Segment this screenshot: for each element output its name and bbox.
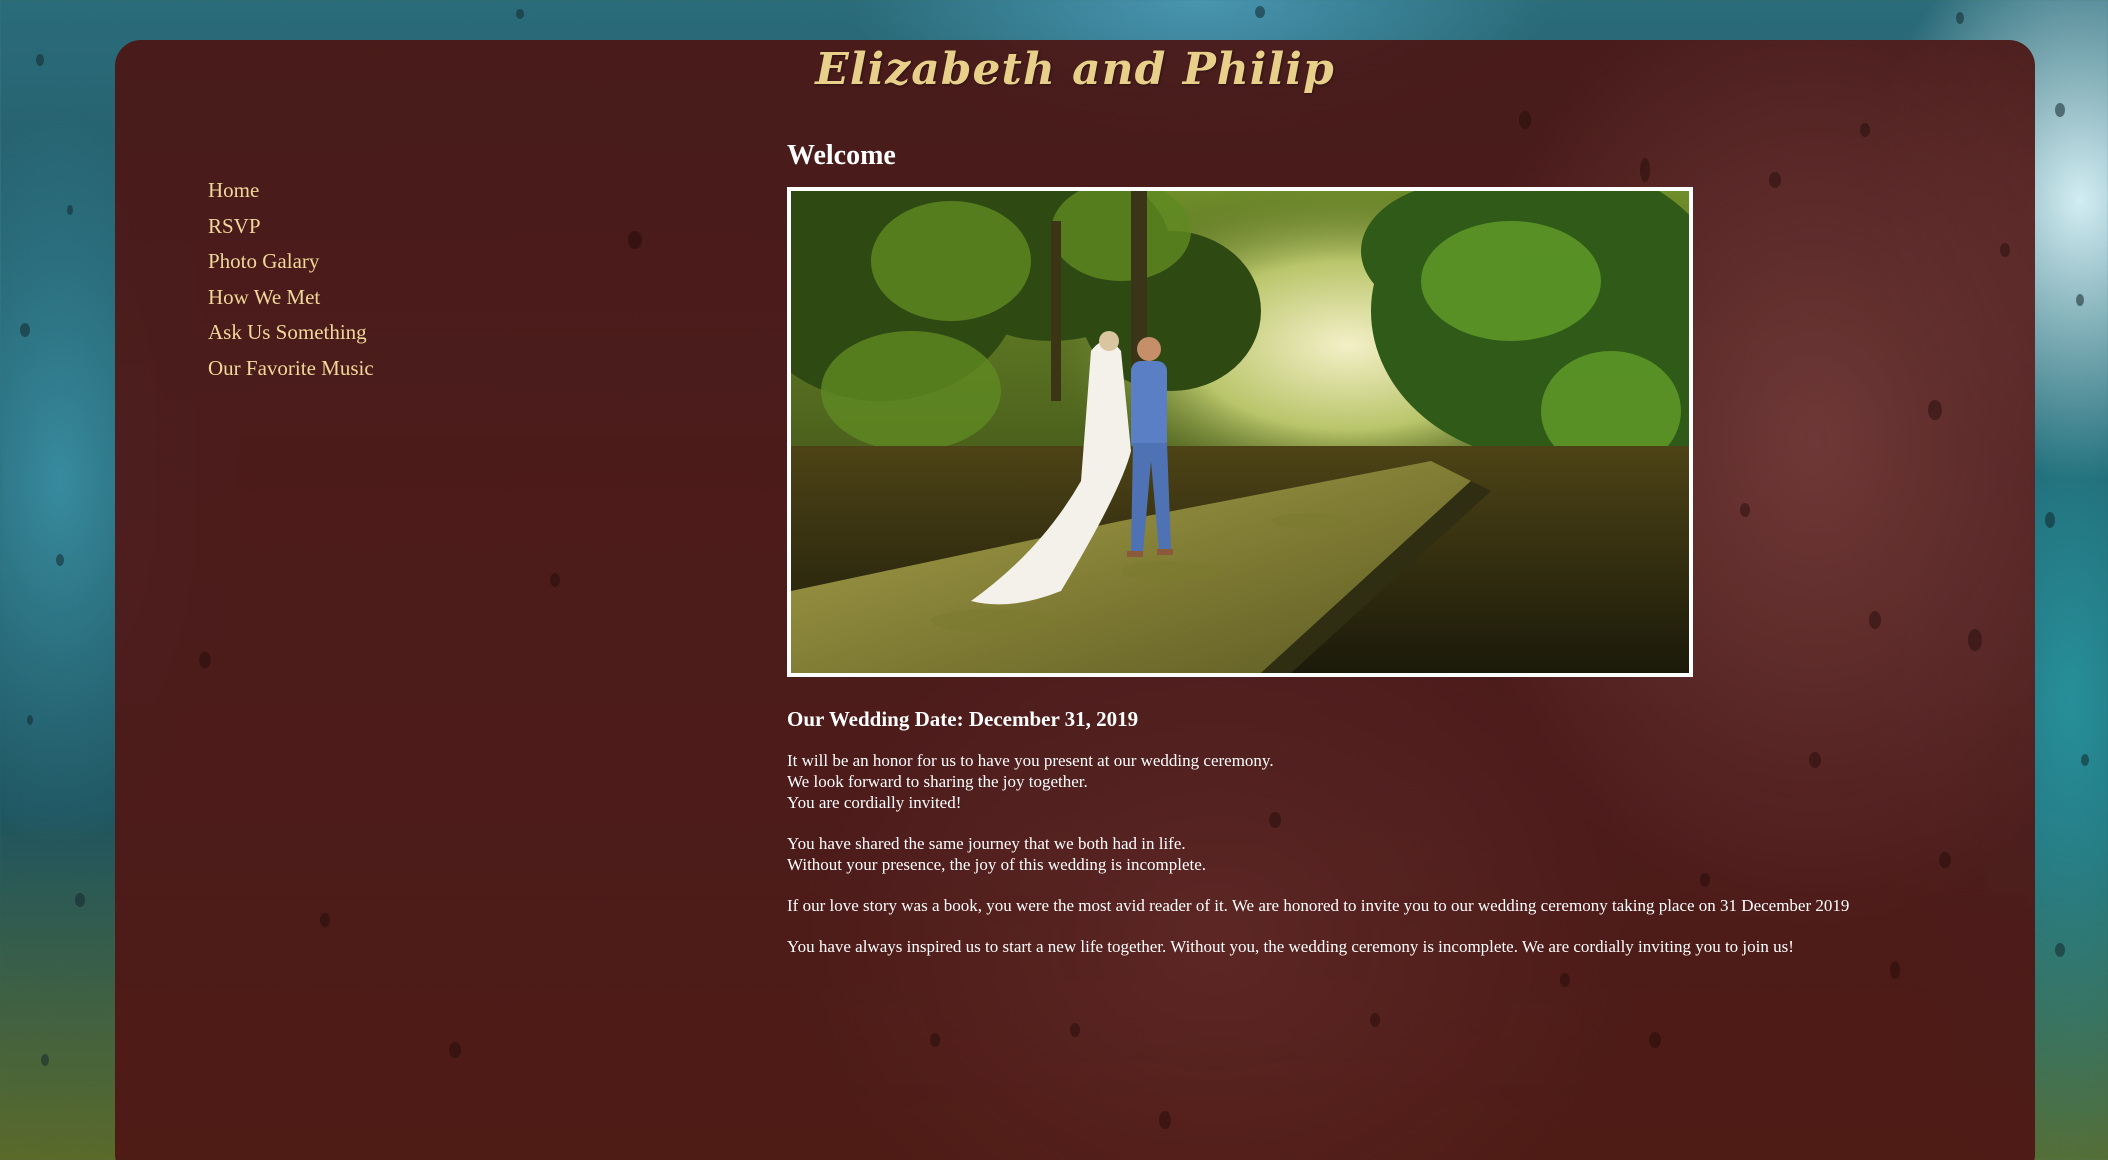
nav-item-photo-gallery: Photo Galary [208,249,374,277]
nav-item-favorite-music: Our Favorite Music [208,356,374,384]
paragraph-line: We look forward to sharing the joy toget… [787,772,1088,791]
invitation-paragraph-1: It will be an honor for us to have you p… [787,750,1987,813]
nav-item-rsvp: RSVP [208,214,374,242]
nav-link-favorite-music[interactable]: Our Favorite Music [208,356,374,380]
invitation-paragraph-4: You have always inspired us to start a n… [787,936,1987,957]
paragraph-line: If our love story was a book, you were t… [787,896,1850,915]
invitation-paragraph-2: You have shared the same journey that we… [787,833,1987,875]
page-heading: Welcome [787,140,896,171]
nav-link-ask-us[interactable]: Ask Us Something [208,320,367,344]
paragraph-line: It will be an honor for us to have you p… [787,751,1274,770]
nav-link-rsvp[interactable]: RSVP [208,214,261,238]
nav-item-home: Home [208,178,374,206]
main-content: Welcome Our Wedding Date: December 31, 2… [787,140,1987,977]
nav-link-photo-gallery[interactable]: Photo Galary [208,249,319,273]
nav-link-home[interactable]: Home [208,178,259,202]
wedding-date: Our Wedding Date: December 31, 2019 [787,707,1139,731]
nav-item-how-we-met: How We Met [208,285,374,313]
invitation-paragraph-3: If our love story was a book, you were t… [787,895,1987,916]
site-title: Elizabeth and Philip [815,44,1335,95]
main-nav: Home RSVP Photo Galary How We Met Ask Us… [208,178,374,391]
nav-link-how-we-met[interactable]: How We Met [208,285,320,309]
paragraph-line: You are cordially invited! [787,793,962,812]
wedding-photo [787,187,1693,677]
paragraph-line: Without your presence, the joy of this w… [787,855,1207,874]
main-panel: Elizabeth and Philip Home RSVP Photo Gal… [115,40,2035,1160]
paragraph-line: You have shared the same journey that we… [787,834,1186,853]
nav-item-ask-us: Ask Us Something [208,320,374,348]
paragraph-line: You have always inspired us to start a n… [787,937,1794,956]
wedding-photo-illustration [791,191,1689,673]
